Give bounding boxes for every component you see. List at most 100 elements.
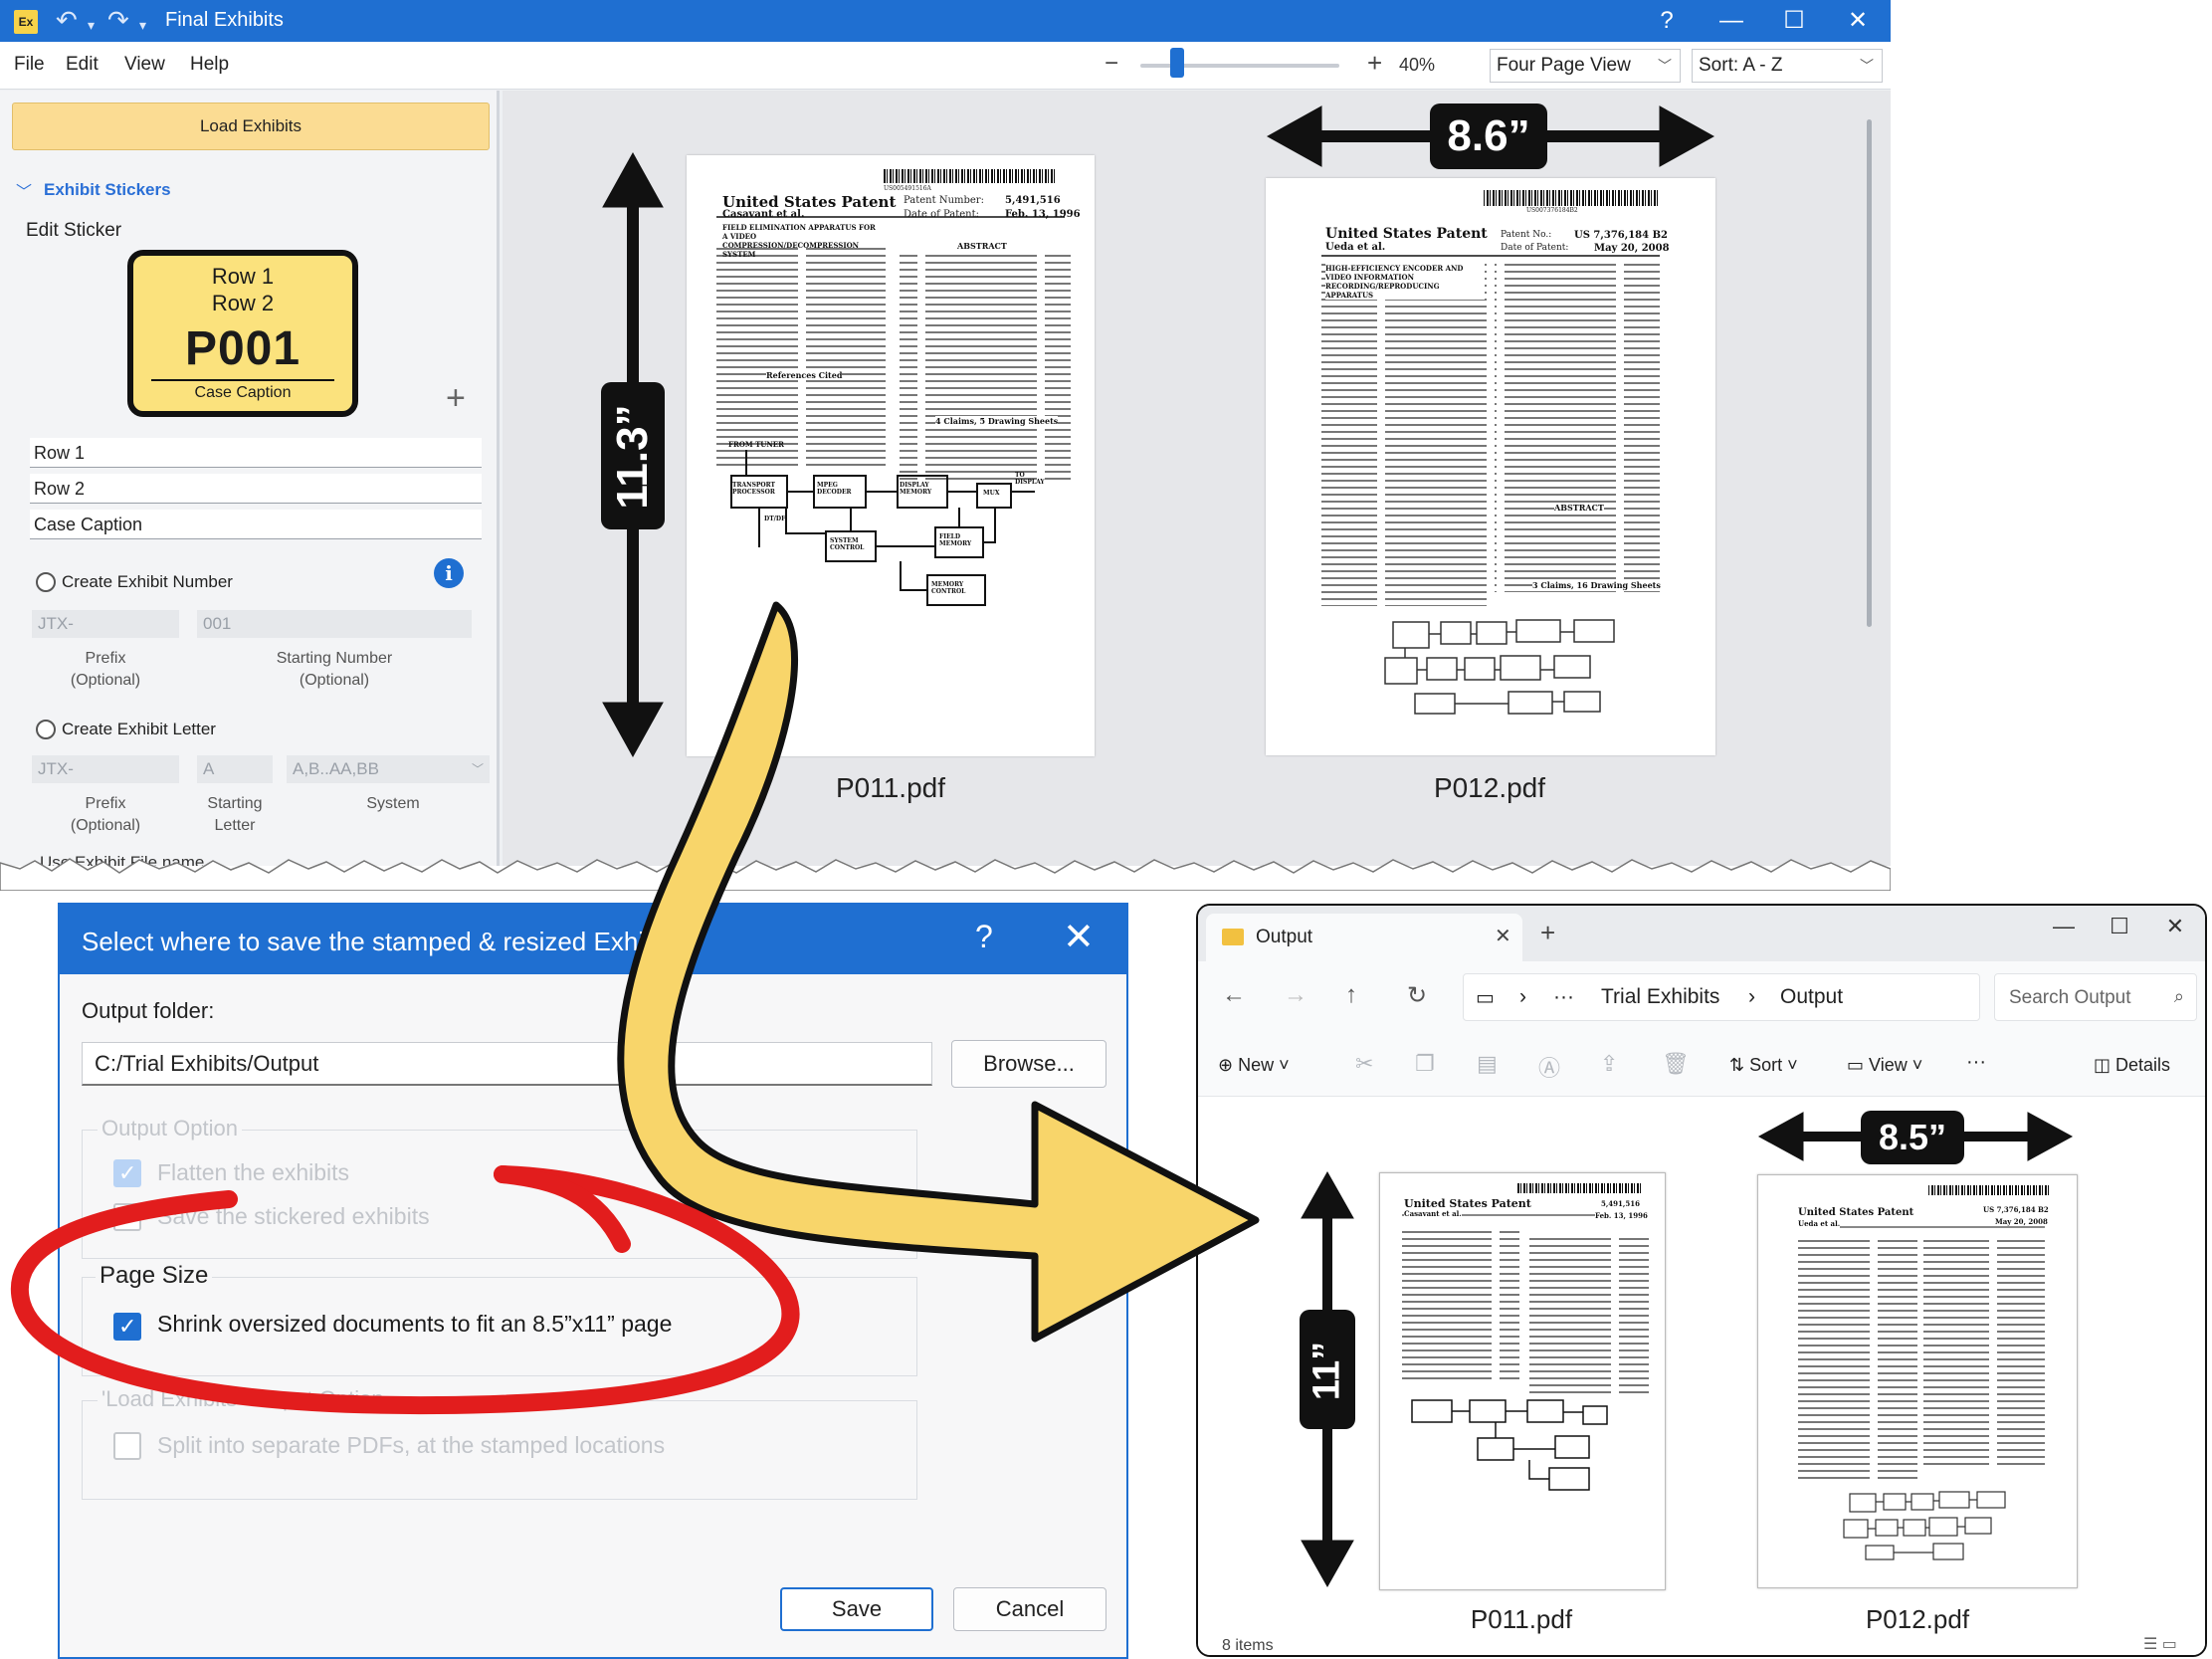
refresh-icon[interactable]: ↻ — [1407, 981, 1427, 1010]
forward-icon[interactable]: → — [1284, 981, 1307, 1009]
explorer-filename-p012[interactable]: P012.pdf — [1823, 1604, 2012, 1635]
more-options-icon[interactable]: ··· — [1966, 1051, 1986, 1074]
view-label: View — [1869, 1055, 1908, 1075]
new-tab-icon[interactable]: + — [1540, 918, 1555, 948]
ellipsis-icon[interactable]: ··· — [1553, 985, 1574, 1009]
diagram-label: TO DISPLAY — [1015, 472, 1045, 486]
chevron-down-icon[interactable]: ﹀ — [16, 178, 32, 202]
browse-button[interactable]: Browse... — [951, 1040, 1106, 1088]
caption-line: Prefix — [85, 795, 126, 812]
dialog-help-button[interactable]: ? — [975, 919, 993, 955]
menu-edit[interactable]: Edit — [66, 54, 99, 76]
caption-line: Starting — [207, 795, 263, 812]
cut-icon[interactable]: ✂ — [1355, 1051, 1373, 1077]
patent-author: Ueda et al. — [1798, 1219, 1841, 1228]
zoom-in-button[interactable]: + — [1367, 48, 1382, 79]
address-bar[interactable]: ▭ › ··· Trial Exhibits › Output — [1463, 973, 1980, 1021]
exhibit-stickers-section[interactable]: Exhibit Stickers — [44, 180, 171, 200]
maximize-button[interactable]: ☐ — [1769, 4, 1819, 38]
breadcrumb-output[interactable]: Output — [1780, 985, 1843, 1009]
flatten-checkbox[interactable]: ✓ — [113, 1159, 141, 1187]
letter-prefix-input[interactable]: JTX- — [32, 755, 179, 783]
copy-icon[interactable]: ❐ — [1415, 1051, 1435, 1077]
shrink-oversized-checkbox[interactable]: ✓ — [113, 1313, 141, 1341]
letter-system-select[interactable]: A,B..AA,BB ﹀ — [287, 755, 490, 783]
help-button[interactable]: ? — [1642, 4, 1692, 38]
up-icon[interactable]: ↑ — [1345, 981, 1357, 1009]
explorer-tab-bar: Output ✕ + — ☐ ✕ — [1198, 906, 2205, 961]
barcode-icon — [884, 169, 1055, 183]
zoom-slider-thumb[interactable] — [1170, 48, 1184, 78]
thumbnail-p012-graphic — [1798, 1185, 2051, 1560]
view-button[interactable]: ▭ View ˅ — [1847, 1055, 1922, 1076]
redo-dropdown-icon[interactable]: ▾ — [139, 10, 146, 40]
undo-icon[interactable]: ↶ — [56, 5, 78, 35]
caption-line: (Optional) — [70, 817, 141, 834]
letter-prefix-caption: Prefix (Optional) — [32, 793, 179, 837]
case-caption-input[interactable]: Case Caption — [30, 510, 482, 539]
sort-value: Sort: A - Z — [1699, 55, 1783, 76]
load-exhibits-button[interactable]: Load Exhibits — [12, 103, 490, 150]
chevron-right-icon: › — [1519, 985, 1526, 1008]
row1-input[interactable]: Row 1 — [30, 438, 482, 468]
starting-letter-input[interactable]: A — [197, 755, 273, 783]
minimize-button[interactable]: — — [1707, 4, 1756, 38]
new-button[interactable]: ⊕ New ˅ — [1218, 1055, 1290, 1076]
block-diagram-icon — [1843, 1491, 2006, 1560]
preview-scrollbar[interactable] — [1867, 119, 1872, 627]
split-label: Split into separate PDFs, at the stamped… — [157, 1432, 666, 1458]
number-prefix-input[interactable]: JTX- — [32, 610, 179, 638]
close-icon[interactable]: ✕ — [1495, 924, 1511, 948]
search-input[interactable]: Search Output ⌕ — [1994, 973, 2197, 1021]
delete-icon[interactable]: 🗑 — [1662, 1051, 1690, 1077]
menu-file[interactable]: File — [14, 54, 45, 76]
sort-button[interactable]: ⇅ Sort ˅ — [1729, 1055, 1798, 1076]
explorer-navigation-bar: ← → ↑ ↻ ▭ › ··· Trial Exhibits › Output … — [1198, 961, 2205, 1033]
add-sticker-icon[interactable]: + — [446, 379, 466, 418]
row2-input[interactable]: Row 2 — [30, 474, 482, 504]
starting-number-input[interactable]: 001 — [197, 610, 472, 638]
thumbnail-p012[interactable]: United States Patent Ueda et al. US 7,37… — [1757, 1174, 2078, 1588]
cancel-button[interactable]: Cancel — [953, 1587, 1106, 1631]
redo-icon[interactable]: ↷ — [107, 5, 129, 35]
claims-text: 4 Claims, 5 Drawing Sheets — [935, 416, 1059, 426]
create-exhibit-letter-radio[interactable] — [36, 720, 56, 739]
menu-help[interactable]: Help — [190, 54, 229, 76]
patent-title: FIELD ELIMINATION APPARATUS FOR A VIDEO … — [722, 223, 876, 259]
view-mode-value: Four Page View — [1497, 55, 1631, 76]
menu-view[interactable]: View — [124, 54, 165, 76]
sort-select[interactable]: Sort: A - Z ﹀ — [1692, 49, 1883, 83]
sticker-preview[interactable]: Row 1 Row 2 P001 Case Caption — [127, 250, 358, 417]
rename-icon[interactable]: Ⓐ — [1538, 1051, 1560, 1083]
create-exhibit-number-radio[interactable] — [36, 572, 56, 592]
page-size-legend: Page Size — [96, 1262, 213, 1290]
thumbnail-p011[interactable]: United States Patent Casavant et al. 5,4… — [1379, 1172, 1666, 1590]
info-icon[interactable]: i — [434, 558, 464, 588]
pdf-page-p011[interactable]: United States Patent Casavant et al. US0… — [687, 155, 1095, 756]
output-folder-input[interactable]: C:/Trial Exhibits/Output — [82, 1042, 932, 1086]
breadcrumb-trial-exhibits[interactable]: Trial Exhibits — [1601, 985, 1719, 1009]
paste-icon[interactable]: ▤ — [1477, 1051, 1498, 1077]
close-button[interactable]: ✕ — [1833, 4, 1883, 38]
save-button[interactable]: Save — [780, 1587, 933, 1631]
height-badge-p011-explorer: 11” — [1300, 1310, 1355, 1429]
minimize-button[interactable]: — — [2044, 914, 2084, 939]
checkmark-icon: ✓ — [118, 1160, 137, 1185]
pdf-page-p012[interactable]: United States Patent Ueda et al. US00737… — [1266, 178, 1715, 755]
view-toggle-icon[interactable]: ☰ ▭ — [2143, 1634, 2177, 1654]
save-stickered-checkbox[interactable] — [113, 1203, 141, 1231]
share-icon[interactable]: ⇪ — [1600, 1051, 1618, 1077]
diagram-label: SYSTEM CONTROL — [830, 537, 865, 551]
back-icon[interactable]: ← — [1222, 981, 1246, 1009]
abstract-heading: ABSTRACT — [1554, 503, 1604, 513]
dialog-close-button[interactable]: ✕ — [1063, 915, 1095, 959]
view-mode-select[interactable]: Four Page View ﹀ — [1490, 49, 1681, 83]
details-button[interactable]: ◫ Details — [2094, 1055, 2170, 1076]
close-button[interactable]: ✕ — [2155, 914, 2195, 939]
zoom-out-button[interactable]: − — [1105, 50, 1118, 78]
split-checkbox[interactable] — [113, 1432, 141, 1460]
maximize-button[interactable]: ☐ — [2100, 914, 2139, 939]
tab-output[interactable]: Output ✕ — [1206, 914, 1522, 961]
undo-dropdown-icon[interactable]: ▾ — [88, 10, 95, 40]
explorer-filename-p011[interactable]: P011.pdf — [1427, 1604, 1616, 1635]
